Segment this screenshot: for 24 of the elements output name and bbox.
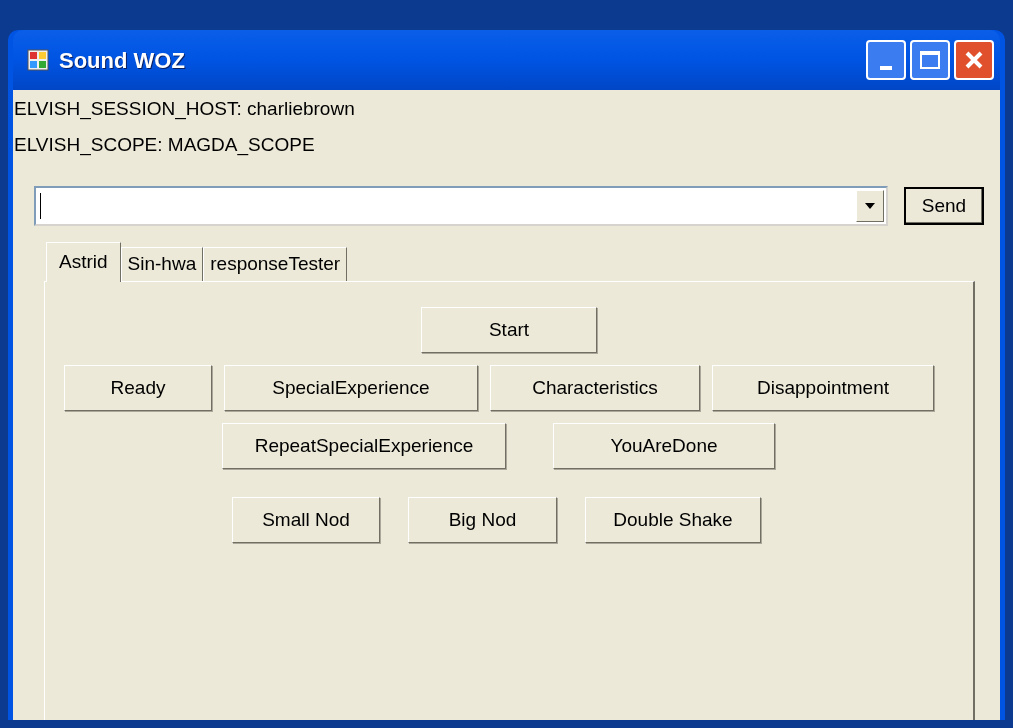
app-icon (27, 49, 49, 71)
minimize-button[interactable] (866, 40, 906, 80)
close-icon (964, 50, 984, 70)
maximize-button[interactable] (910, 40, 950, 80)
dropdown-button[interactable] (856, 190, 884, 222)
action-button[interactable]: Ready (64, 365, 212, 411)
action-button[interactable]: Double Shake (585, 497, 761, 543)
caret-icon (865, 203, 875, 209)
close-button[interactable] (954, 40, 994, 80)
action-button[interactable]: SpecialExperience (224, 365, 478, 411)
action-button[interactable]: RepeatSpecialExperience (222, 423, 506, 469)
action-button[interactable]: Small Nod (232, 497, 380, 543)
action-button[interactable]: Start (421, 307, 597, 353)
action-button[interactable]: YouAreDone (553, 423, 775, 469)
tab[interactable]: responseTester (203, 247, 348, 281)
info-label: ELVISH_SCOPE: MAGDA_SCOPE (14, 134, 316, 156)
action-button[interactable]: Characteristics (490, 365, 700, 411)
action-button[interactable]: Big Nod (408, 497, 557, 543)
send-button[interactable]: Send (904, 187, 984, 225)
tab[interactable]: Astrid (46, 242, 121, 282)
tab[interactable]: Sin-hwa (120, 247, 204, 281)
action-button[interactable]: Disappointment (712, 365, 934, 411)
window-title: Sound WOZ (59, 46, 185, 75)
info-label: ELVISH_SESSION_HOST: charliebrown (14, 98, 356, 120)
